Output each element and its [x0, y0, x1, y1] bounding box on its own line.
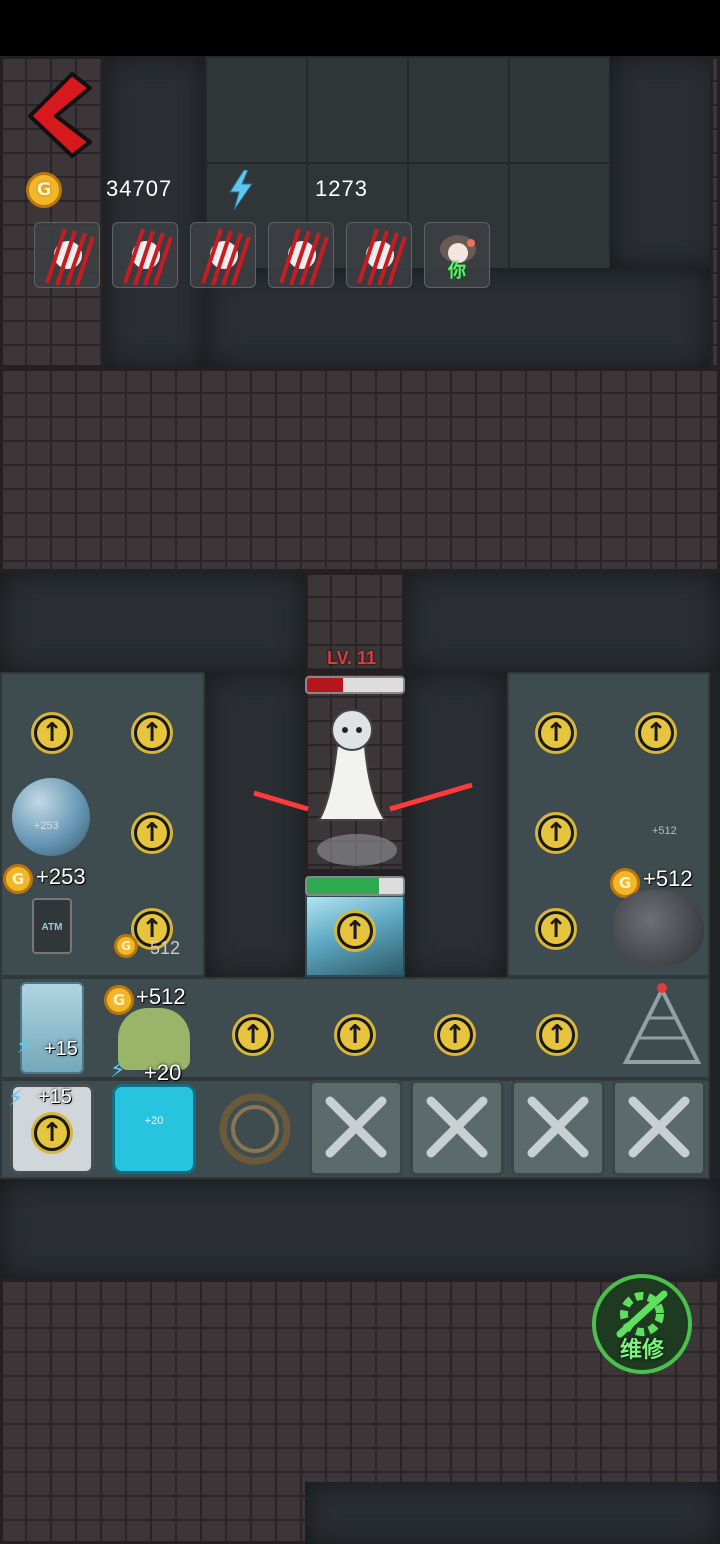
brick-row-1-detail	[0, 368, 720, 572]
enemy-level-label: LV. 11	[327, 648, 377, 668]
game-screen: G 34707 1273 你 LV. 11 ↑ ↑ ↑ +253 ↑ G +25…	[0, 0, 720, 1544]
gold-coin-icon: G	[104, 985, 134, 1015]
upgrade-bed-button-1[interactable]	[31, 712, 73, 754]
upgrade-generator-button-7[interactable]	[536, 1014, 578, 1056]
crystal-ore[interactable]	[614, 890, 704, 966]
upper-corridor	[105, 56, 205, 368]
back-button[interactable]	[26, 70, 96, 160]
repair-button[interactable]: 维修	[592, 1274, 692, 1374]
upgrade-generator-button-2[interactable]	[535, 812, 577, 854]
energy-income-20: +20	[144, 1060, 182, 1085]
mid-corridor-right	[405, 572, 720, 672]
upgrade-bed-button-2[interactable]	[131, 712, 173, 754]
gold-coin-icon: G	[3, 864, 33, 894]
gold-coin-icon: G	[114, 934, 138, 958]
build-slot-4[interactable]	[612, 1080, 706, 1176]
wrench-screwdriver-icon	[325, 1096, 387, 1158]
energy-bolt-icon: ⚡	[110, 1058, 126, 1083]
claw-hunter-icon	[357, 228, 407, 286]
wrench-screwdriver-icon	[527, 1096, 589, 1158]
build-slot-3[interactable]	[511, 1080, 605, 1176]
energy-bolt-icon	[229, 170, 253, 210]
atm-machine[interactable]: ATM	[32, 898, 72, 954]
lower-dark-patch	[305, 1482, 720, 1544]
lower-corridor	[0, 1179, 720, 1279]
energy-bolt-icon: ⚡	[16, 1034, 32, 1059]
claw-hunter-icon	[201, 228, 251, 286]
upgrade-door-button[interactable]	[334, 910, 376, 952]
upgrade-generator-button-6[interactable]	[434, 1014, 476, 1056]
upgrade-generator-button-4[interactable]	[232, 1014, 274, 1056]
door-health-bar	[305, 876, 405, 896]
console-mini-label: +20	[144, 1115, 164, 1127]
wrench-screwdriver-icon	[426, 1096, 488, 1158]
energy-bolt-icon: ⚡	[8, 1086, 24, 1111]
wall-tiles-right-edge	[710, 56, 720, 368]
party-slot-claw-3[interactable]	[190, 222, 256, 288]
gold-amount: 34707	[106, 176, 173, 201]
turret-tower[interactable]	[620, 980, 704, 1070]
upgrade-generator-button-5[interactable]	[334, 1014, 376, 1056]
upper-right-edge	[610, 56, 720, 268]
upgrade-bed-button-4[interactable]	[535, 712, 577, 754]
status-bar	[0, 0, 720, 56]
orb-mini-label: +253	[34, 820, 59, 832]
upgrade-generator-button-3[interactable]	[535, 908, 577, 950]
gold-income-512-small: 512	[150, 938, 181, 958]
atm-label: ATM	[41, 922, 63, 933]
repair-label: 维修	[619, 1338, 664, 1363]
upgrade-bed-button-3[interactable]	[131, 812, 173, 854]
energy-amount: 1273	[315, 176, 368, 201]
thorn-wreath-trap[interactable]	[208, 1082, 302, 1176]
door-health-fill	[307, 878, 379, 894]
claw-hunter-icon	[279, 228, 329, 286]
gold-coin-icon: G	[26, 172, 62, 208]
energy-income-15-a: +15	[44, 1038, 78, 1060]
gold-income-512-right: +512	[643, 866, 693, 891]
build-slot-2[interactable]	[410, 1080, 504, 1176]
energy-orb[interactable]	[12, 778, 90, 856]
party-slot-claw-5[interactable]	[346, 222, 412, 288]
gold-income-512-mini: +512	[652, 825, 677, 837]
upgrade-arcade-button[interactable]	[31, 1112, 73, 1154]
build-slot-1[interactable]	[309, 1080, 403, 1176]
party-slot-claw-2[interactable]	[112, 222, 178, 288]
wrench-screwdriver-icon	[628, 1096, 690, 1158]
laser-beams	[253, 782, 473, 812]
gold-income-253: +253	[36, 864, 86, 889]
game-console[interactable]: +20	[112, 1084, 196, 1174]
party-slot-claw-1[interactable]	[34, 222, 100, 288]
claw-hunter-icon	[45, 228, 95, 286]
player-you-label: 你	[448, 261, 466, 282]
enemy-health-fill	[307, 678, 344, 692]
mid-corridor-left	[0, 572, 305, 672]
gold-income-512-mid: +512	[136, 984, 186, 1009]
claw-hunter-icon	[123, 228, 173, 286]
back-arrow-icon	[28, 72, 92, 158]
enemy-health-bar	[305, 676, 405, 694]
upgrade-bed-button-5[interactable]	[635, 712, 677, 754]
energy-income-15-b: +15	[38, 1086, 72, 1108]
party-slot-player[interactable]: 你	[424, 222, 490, 288]
party-slot-claw-4[interactable]	[268, 222, 334, 288]
